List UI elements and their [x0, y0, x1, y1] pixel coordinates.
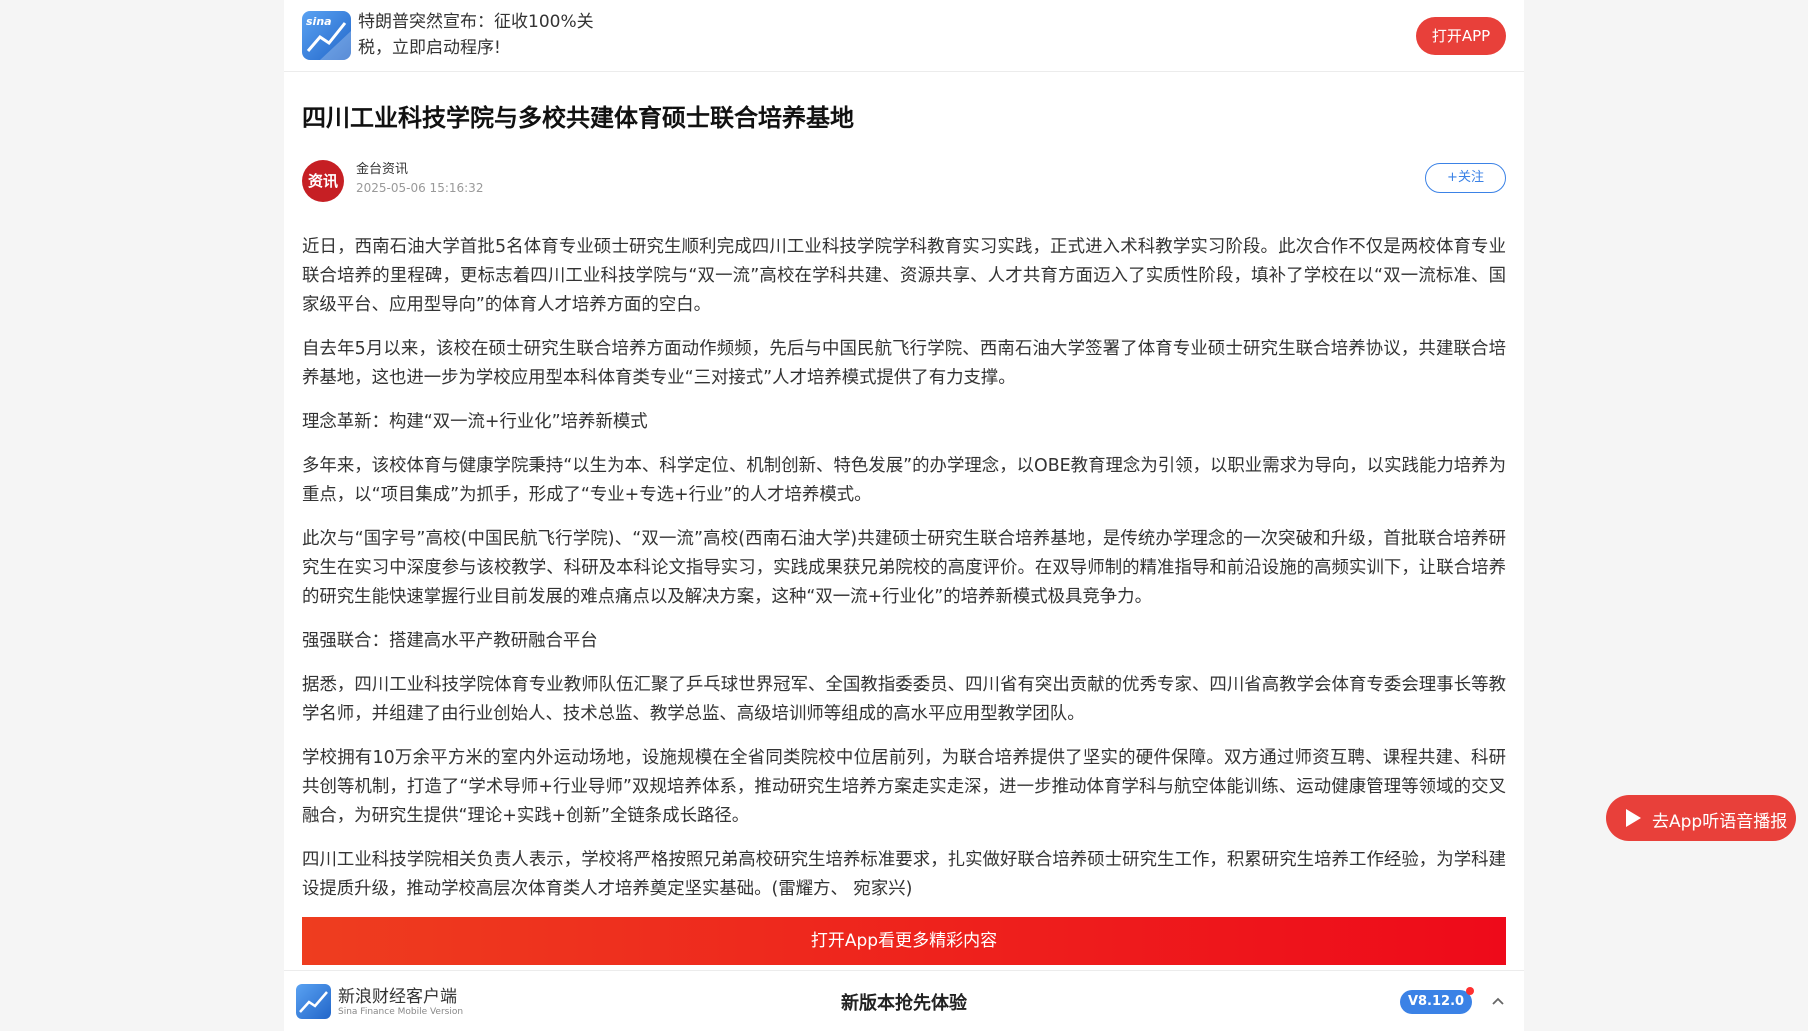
author-avatar[interactable]: 资讯 — [302, 160, 344, 202]
top-app-banner: sina 特朗普突然宣布：征收100%关税，立即启动程序! 打开APP — [284, 0, 1524, 72]
new-version-link[interactable]: 新版本抢先体验 — [284, 989, 1524, 1015]
version-badge[interactable]: V8.12.0 — [1400, 990, 1472, 1014]
article-paragraph: 四川工业科技学院相关负责人表示，学校将严格按照兄弟高校研究生培养标准要求，扎实做… — [302, 850, 1506, 899]
headline-link[interactable]: 特朗普突然宣布：征收100%关税，立即启动程序! — [358, 9, 608, 61]
article-body: 近日，西南石油大学首批5名体育专业硕士研究生顺利完成四川工业科技学院学科教育实习… — [302, 233, 1506, 919]
section-heading: 理念革新：构建“双一流+行业化”培养新模式 — [302, 412, 648, 432]
article-paragraph: 自去年5月以来，该校在硕士研究生联合培养方面动作频频，先后与中国民航飞行学院、西… — [302, 339, 1506, 388]
article-paragraph: 近日，西南石油大学首批5名体育专业硕士研究生顺利完成四川工业科技学院学科教育实习… — [302, 237, 1506, 315]
listen-audio-button[interactable]: 去App听语音播报 — [1606, 795, 1796, 841]
article-title: 四川工业科技学院与多校共建体育硕士联合培养基地 — [302, 104, 854, 132]
logo-text: sina — [306, 15, 332, 28]
open-app-more-content-button[interactable]: 打开App看更多精彩内容 — [302, 917, 1506, 965]
article-paragraph: 多年来，该校体育与健康学院秉持“以生为本、科学定位、机制创新、特色发展”的办学理… — [302, 456, 1506, 505]
article-paragraph: 据悉，四川工业科技学院体育专业教师队伍汇聚了乒乓球世界冠军、全国教指委委员、四川… — [302, 675, 1506, 724]
page-container: sina 特朗普突然宣布：征收100%关税，立即启动程序! 打开APP 四川工业… — [284, 0, 1524, 1031]
follow-button[interactable]: +关注 — [1425, 163, 1506, 193]
chevron-up-icon[interactable] — [1490, 993, 1506, 1009]
open-app-button[interactable]: 打开APP — [1416, 17, 1506, 55]
article-paragraph: 此次与“国字号”高校(中国民航飞行学院)、“双一流”高校(西南石油大学)共建硕士… — [302, 529, 1506, 607]
play-icon — [1626, 809, 1641, 827]
section-heading: 强强联合：搭建高水平产教研融合平台 — [302, 631, 598, 651]
article-paragraph: 学校拥有10万余平方米的室内外运动场地，设施规模在全省同类院校中位居前列，为联合… — [302, 748, 1506, 826]
publish-time: 2025-05-06 15:16:32 — [356, 181, 484, 195]
author-name[interactable]: 金台资讯 — [356, 158, 408, 177]
sina-finance-logo-icon[interactable]: sina — [302, 11, 351, 60]
listen-audio-label: 去App听语音播报 — [1652, 812, 1788, 832]
notification-dot-icon — [1466, 987, 1474, 995]
bottom-app-bar: 新浪财经客户端 Sina Finance Mobile Version 新版本抢… — [284, 970, 1524, 1031]
